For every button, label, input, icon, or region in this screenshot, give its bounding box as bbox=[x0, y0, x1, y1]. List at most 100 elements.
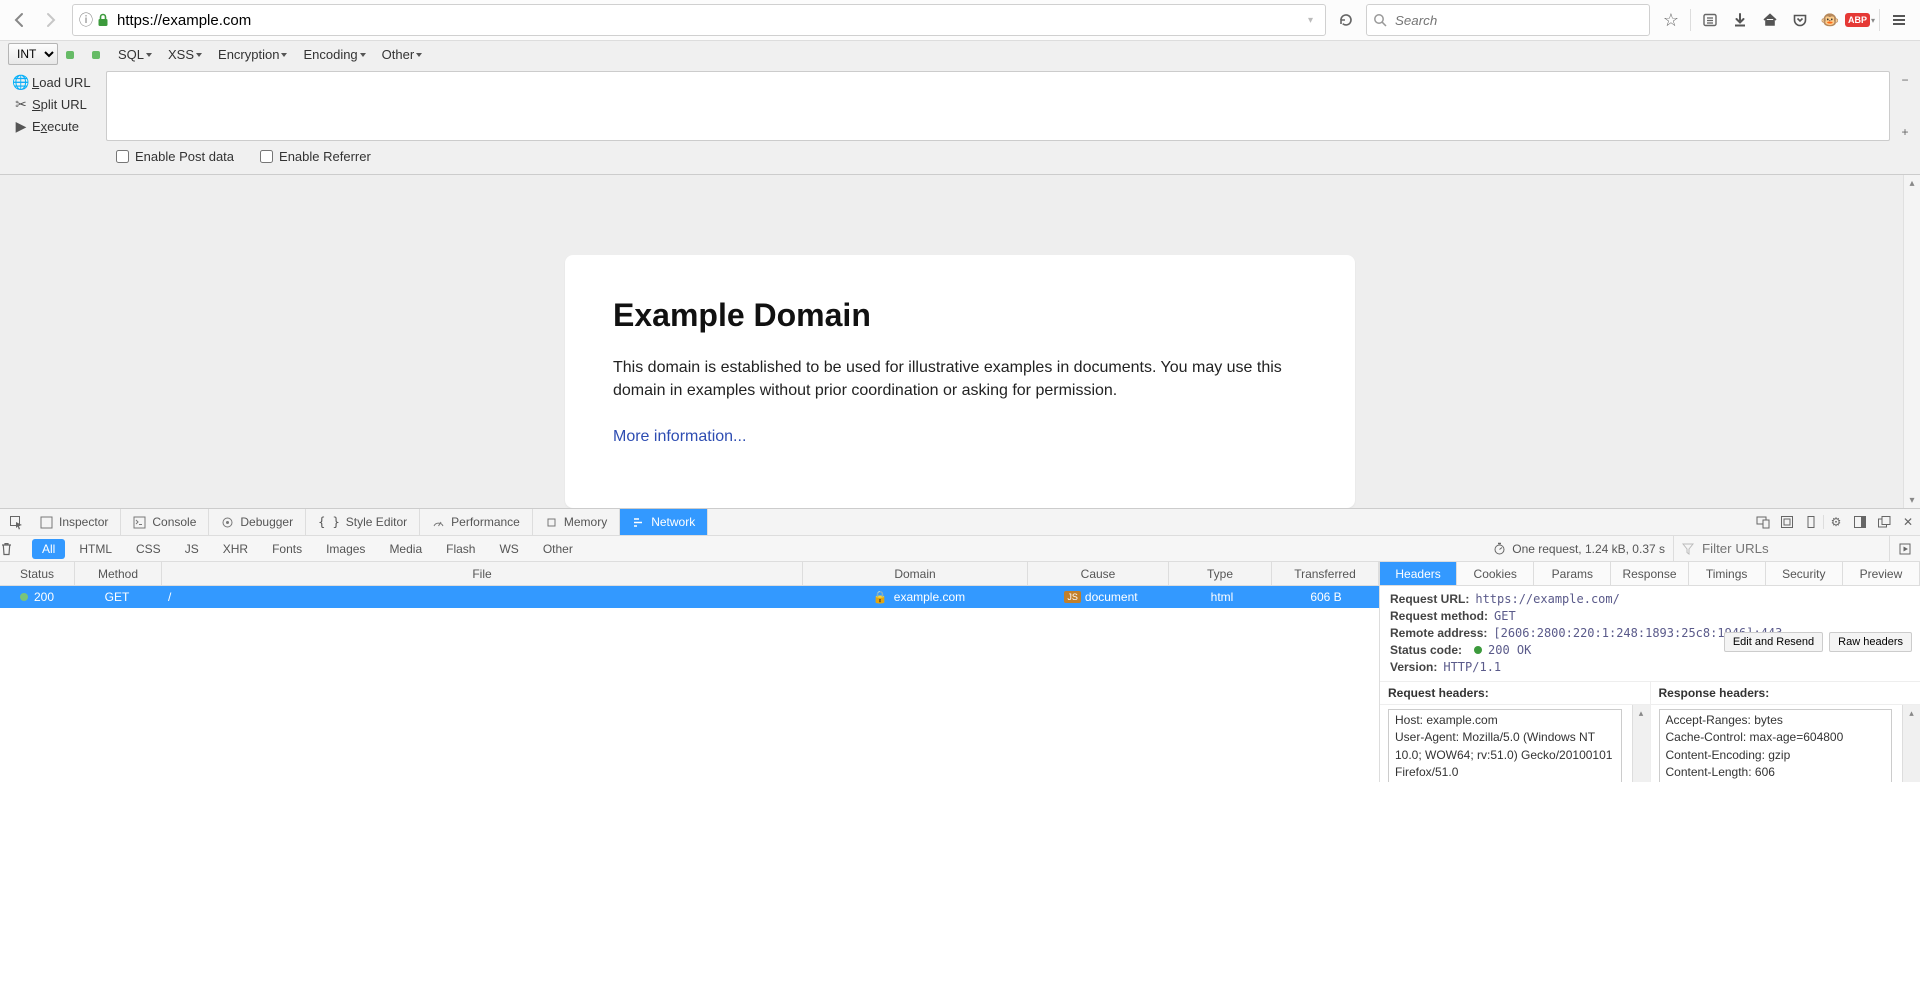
url-input[interactable] bbox=[115, 11, 1302, 30]
raw-headers-button[interactable]: Raw headers bbox=[1829, 632, 1912, 652]
dock-mode-icon[interactable] bbox=[1799, 515, 1823, 529]
iframe-select-icon[interactable] bbox=[1775, 515, 1799, 529]
rtab-params[interactable]: Params bbox=[1534, 562, 1611, 585]
edit-resend-button[interactable]: Edit and Resend bbox=[1724, 632, 1823, 652]
response-headers-list[interactable]: Accept-Ranges: bytes Cache-Control: max-… bbox=[1659, 709, 1893, 782]
hackbar-next-icon[interactable] bbox=[92, 47, 102, 62]
dropdown-history-icon[interactable]: ▾ bbox=[1308, 15, 1313, 26]
status-dot-icon bbox=[20, 593, 28, 601]
filter-all[interactable]: All bbox=[32, 539, 65, 559]
hackbar-minus[interactable]: − bbox=[1901, 73, 1908, 87]
lock-icon: 🔒 bbox=[873, 590, 888, 604]
scroll-up-icon[interactable]: ▴ bbox=[1904, 175, 1920, 191]
hackbar-menu-sql[interactable]: SQL bbox=[118, 47, 152, 62]
network-row[interactable]: 200 GET / 🔒example.com JSdocument html 6… bbox=[0, 586, 1379, 608]
close-devtools-icon[interactable]: ✕ bbox=[1896, 515, 1920, 529]
home-icon[interactable] bbox=[1756, 6, 1784, 34]
filter-ws[interactable]: WS bbox=[489, 539, 528, 559]
pocket-icon[interactable] bbox=[1786, 6, 1814, 34]
tab-console[interactable]: Console bbox=[121, 509, 209, 535]
rtab-security[interactable]: Security bbox=[1766, 562, 1843, 585]
network-table-head: Status Method File Domain Cause Type Tra… bbox=[0, 562, 1379, 586]
toggle-recording-icon[interactable] bbox=[1889, 536, 1920, 561]
col-cause[interactable]: Cause bbox=[1028, 562, 1169, 585]
filter-fonts[interactable]: Fonts bbox=[262, 539, 312, 559]
scissors-icon: ✂ bbox=[12, 96, 30, 113]
res-headers-scrollbar[interactable]: ▴ bbox=[1902, 705, 1920, 782]
filter-media[interactable]: Media bbox=[379, 539, 432, 559]
menu-icon[interactable] bbox=[1885, 6, 1913, 34]
hackbar-split-url[interactable]: ✂Split URL bbox=[8, 93, 106, 115]
filter-xhr[interactable]: XHR bbox=[213, 539, 258, 559]
dock-side-icon[interactable] bbox=[1848, 515, 1872, 529]
reload-button[interactable] bbox=[1332, 6, 1360, 34]
rtab-timings[interactable]: Timings bbox=[1689, 562, 1766, 585]
search-input[interactable] bbox=[1393, 12, 1643, 29]
address-bar[interactable]: ⓘ ▾ bbox=[72, 4, 1326, 36]
search-box[interactable] bbox=[1366, 4, 1650, 36]
rtab-response[interactable]: Response bbox=[1611, 562, 1688, 585]
hackbar-menu-encoding[interactable]: Encoding bbox=[303, 47, 365, 62]
hackbar-enable-post[interactable]: Enable Post data bbox=[112, 147, 234, 166]
tab-style-editor[interactable]: { }Style Editor bbox=[306, 509, 420, 535]
hackbar-menu-other[interactable]: Other bbox=[382, 47, 423, 62]
col-type[interactable]: Type bbox=[1169, 562, 1272, 585]
tab-performance[interactable]: Performance bbox=[420, 509, 533, 535]
hackbar-load-url[interactable]: 🌐Load URL bbox=[8, 71, 106, 93]
abp-icon[interactable]: ABP▾ bbox=[1846, 6, 1874, 34]
scroll-down-icon[interactable]: ▾ bbox=[1904, 492, 1920, 508]
gauge-icon bbox=[432, 516, 445, 529]
rtab-cookies[interactable]: Cookies bbox=[1457, 562, 1534, 585]
page-more-info-link[interactable]: More information... bbox=[613, 428, 746, 445]
hackbar-url-textarea[interactable] bbox=[106, 71, 1890, 141]
library-icon[interactable] bbox=[1696, 6, 1724, 34]
extension-icon[interactable]: 🐵 bbox=[1816, 6, 1844, 34]
hackbar-db-select[interactable]: INT bbox=[8, 43, 58, 65]
downloads-icon[interactable] bbox=[1726, 6, 1754, 34]
tab-inspector[interactable]: Inspector bbox=[28, 509, 121, 535]
req-headers-scrollbar[interactable]: ▴ bbox=[1632, 705, 1650, 782]
col-method[interactable]: Method bbox=[75, 562, 162, 585]
filter-urls-box[interactable] bbox=[1673, 536, 1889, 561]
request-summary: Request URL:https://example.com/ Request… bbox=[1380, 586, 1920, 682]
page-viewport: Example Domain This domain is establishe… bbox=[0, 175, 1920, 508]
settings-icon[interactable]: ⚙ bbox=[1823, 515, 1848, 529]
tab-network[interactable]: Network bbox=[620, 509, 708, 535]
filter-images[interactable]: Images bbox=[316, 539, 375, 559]
col-file[interactable]: File bbox=[162, 562, 803, 585]
pick-element-icon[interactable] bbox=[4, 515, 28, 530]
tab-memory[interactable]: Memory bbox=[533, 509, 620, 535]
braces-icon: { } bbox=[318, 515, 340, 529]
bookmark-star-icon[interactable]: ☆ bbox=[1657, 6, 1685, 34]
hackbar-prev-icon[interactable] bbox=[66, 47, 76, 62]
site-info-icon[interactable]: ⓘ bbox=[79, 10, 93, 30]
hackbar-enable-referrer[interactable]: Enable Referrer bbox=[256, 147, 371, 166]
col-domain[interactable]: Domain bbox=[803, 562, 1028, 585]
stopwatch-icon bbox=[1493, 542, 1506, 555]
filter-flash[interactable]: Flash bbox=[436, 539, 485, 559]
col-transferred[interactable]: Transferred bbox=[1272, 562, 1379, 585]
funnel-icon bbox=[1682, 543, 1694, 555]
filter-other[interactable]: Other bbox=[533, 539, 583, 559]
search-icon bbox=[1373, 13, 1387, 27]
filter-js[interactable]: JS bbox=[175, 539, 209, 559]
rtab-headers[interactable]: Headers bbox=[1380, 562, 1457, 585]
responsive-mode-icon[interactable] bbox=[1751, 515, 1775, 529]
rtab-preview[interactable]: Preview bbox=[1843, 562, 1920, 585]
forward-button[interactable] bbox=[36, 6, 64, 34]
hackbar-menu-encryption[interactable]: Encryption bbox=[218, 47, 287, 62]
hackbar-menu-xss[interactable]: XSS bbox=[168, 47, 202, 62]
filter-urls-input[interactable] bbox=[1700, 540, 1881, 557]
tab-debugger[interactable]: Debugger bbox=[209, 509, 306, 535]
clear-requests-icon[interactable] bbox=[0, 542, 30, 556]
hackbar-menu: SQL XSS Encryption Encoding Other bbox=[66, 47, 438, 62]
popout-icon[interactable] bbox=[1872, 515, 1896, 529]
filter-html[interactable]: HTML bbox=[69, 539, 122, 559]
hackbar-execute[interactable]: ▶Execute bbox=[8, 115, 106, 137]
col-status[interactable]: Status bbox=[0, 562, 75, 585]
filter-css[interactable]: CSS bbox=[126, 539, 171, 559]
viewport-scrollbar[interactable]: ▴ ▾ bbox=[1903, 175, 1920, 508]
hackbar-plus[interactable]: + bbox=[1901, 125, 1908, 139]
request-headers-list[interactable]: Host: example.com User-Agent: Mozilla/5.… bbox=[1388, 709, 1622, 782]
back-button[interactable] bbox=[6, 6, 34, 34]
